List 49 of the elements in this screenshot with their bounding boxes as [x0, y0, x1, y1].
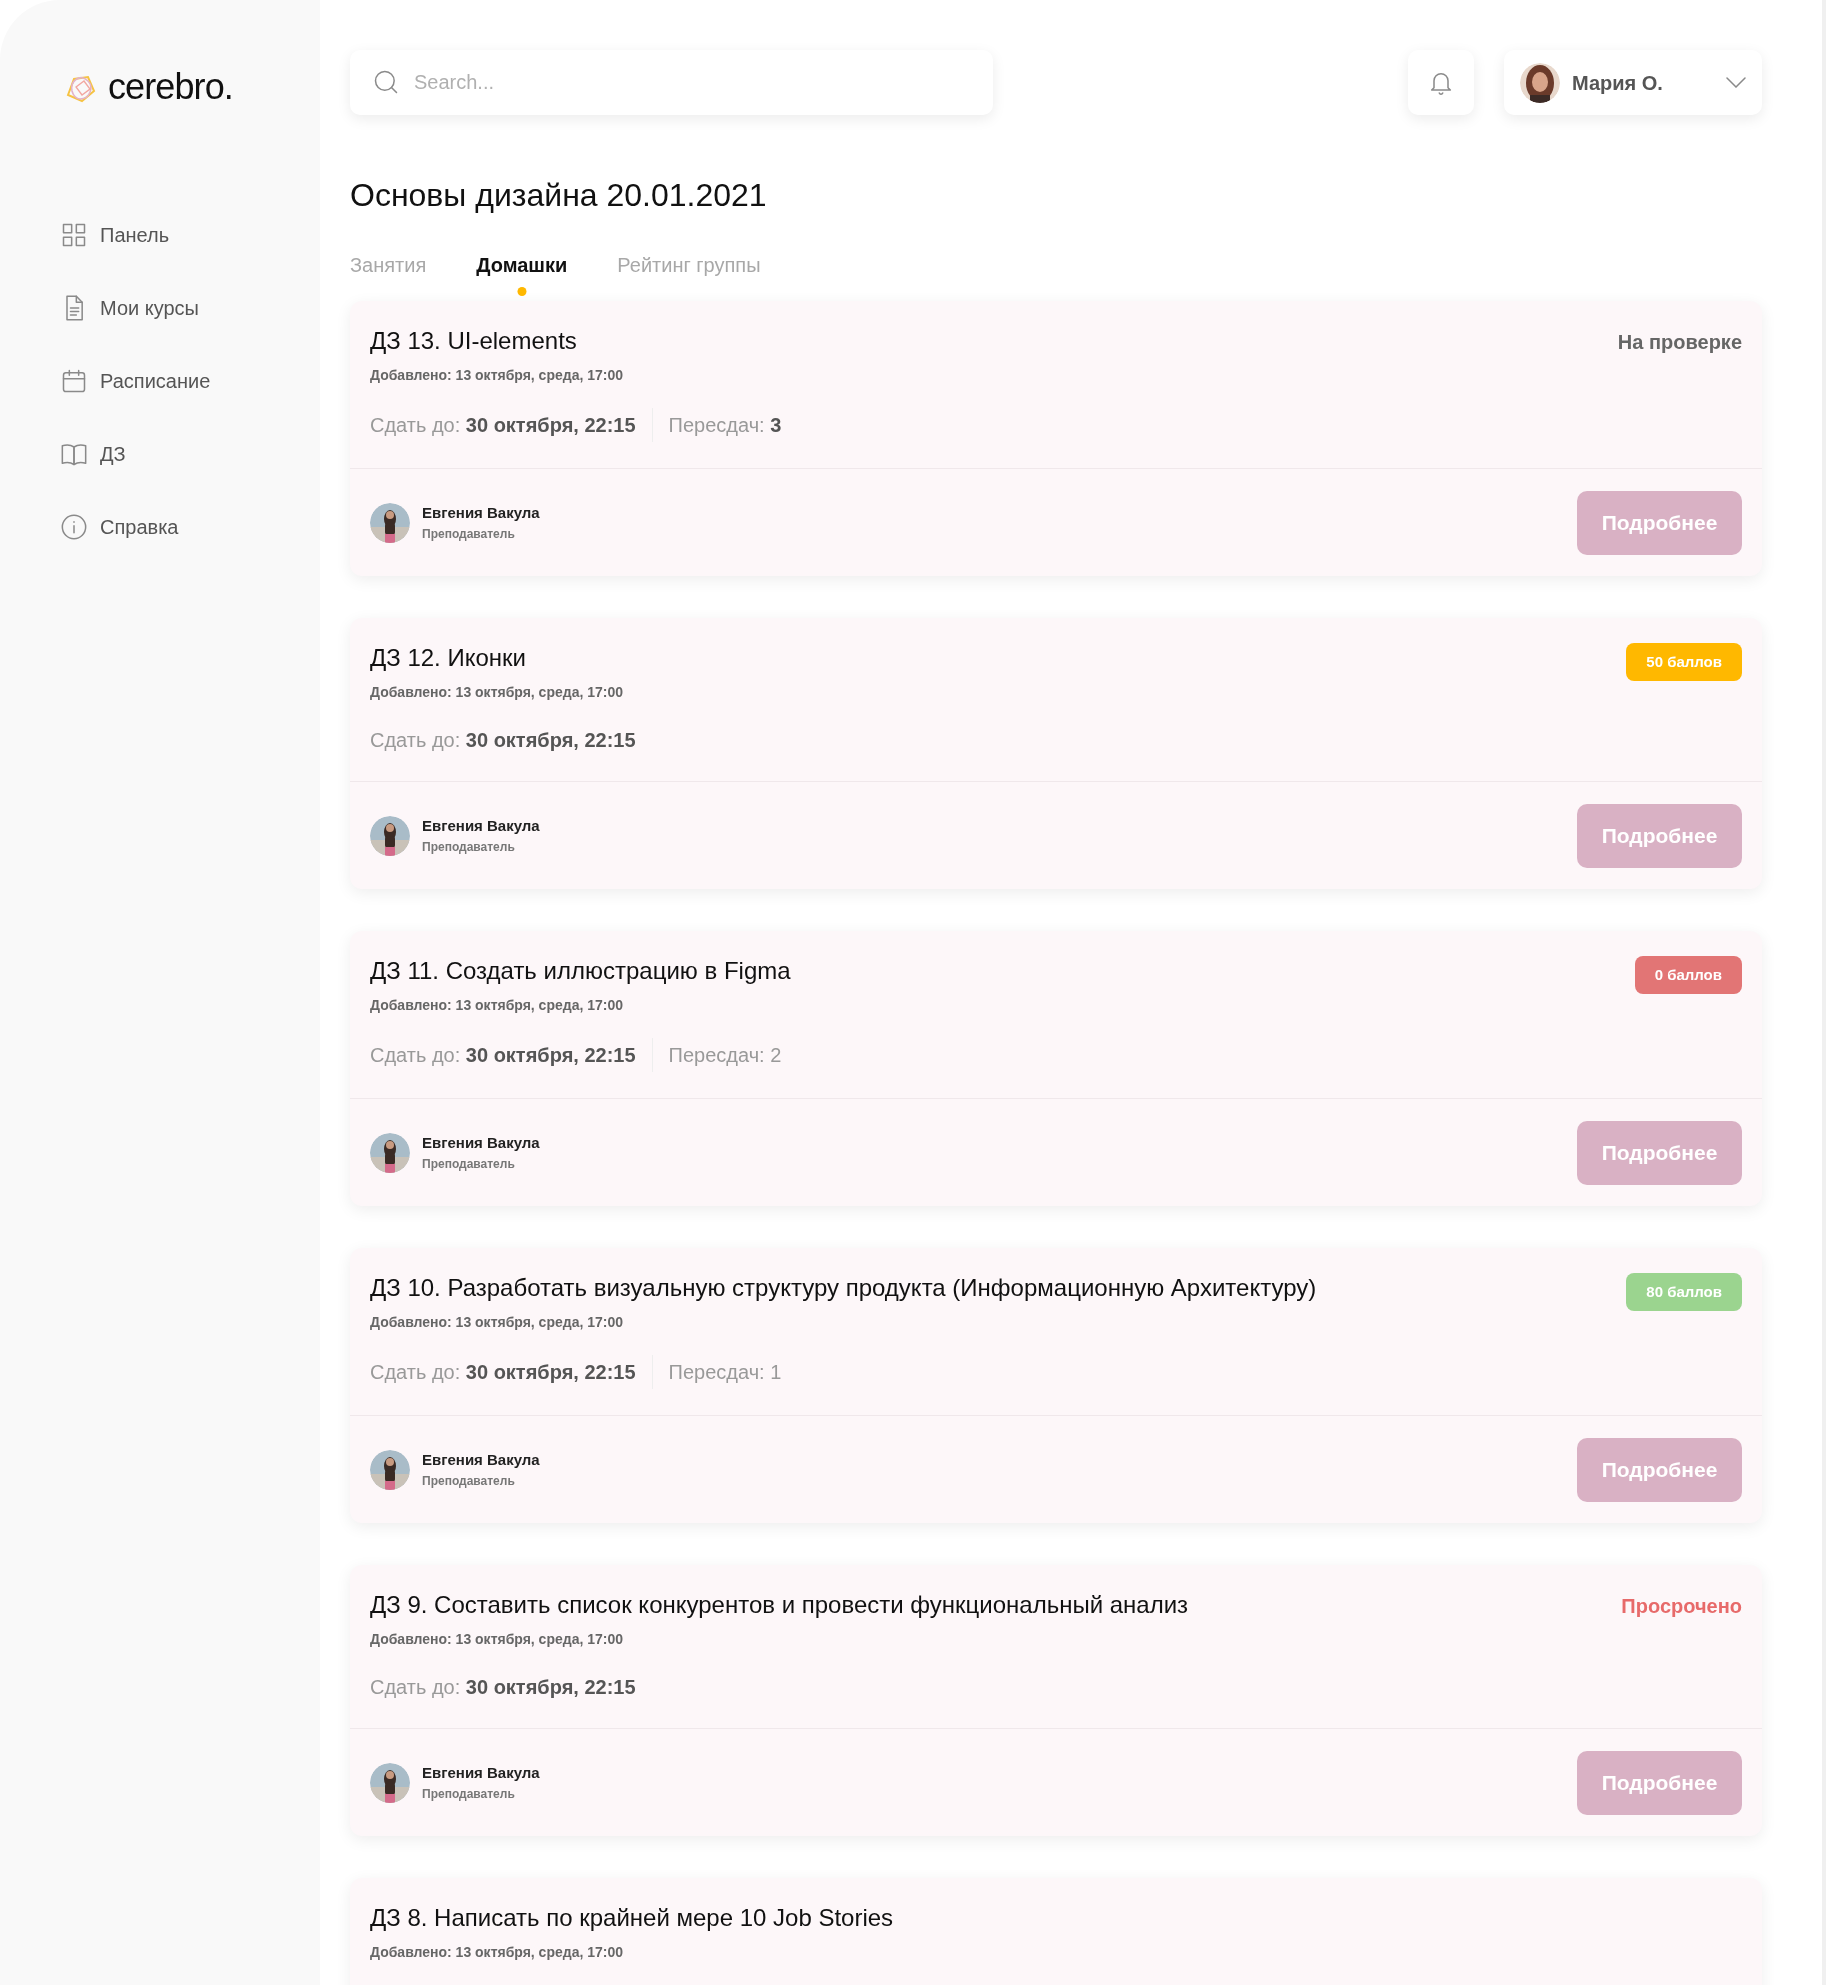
teacher-name: Евгения Вакула [422, 1450, 540, 1471]
assignment-title: ДЗ 13. UI-elements [370, 326, 578, 356]
score-badge: 80 баллов [1626, 1273, 1742, 1311]
added-date: Добавлено: 13 октября, среда, 17:00 [370, 996, 623, 1015]
logo-text: cerebro. [108, 65, 233, 109]
status-text: Просрочено [1621, 1594, 1742, 1619]
status-text: На проверке [1617, 330, 1742, 355]
info-icon [60, 512, 88, 541]
deadline-text: Сдать до: 30 октября, 22:15 [370, 1675, 636, 1700]
deadline-text: Сдать до: 30 октября, 22:15 [370, 728, 636, 753]
resubmits-text: Пересдач: 3 [668, 413, 782, 438]
sidebar-item[interactable]: Справка [60, 510, 179, 543]
resubmits-text: Пересдач: 2 [668, 1043, 782, 1068]
search-field[interactable]: Search... [350, 50, 993, 115]
assignment-title: ДЗ 12. Иконки [370, 643, 527, 673]
added-date: Добавлено: 13 октября, среда, 17:00 [370, 366, 623, 385]
teacher-name: Евгения Вакула [422, 1133, 540, 1154]
teacher-name: Евгения Вакула [422, 503, 540, 524]
user-menu[interactable]: Мария О. [1504, 50, 1762, 115]
teacher-role: Преподаватель [422, 1155, 516, 1173]
assignment-title: ДЗ 11. Создать иллюстрацию в Figma [370, 956, 792, 986]
added-date: Добавлено: 13 октября, среда, 17:00 [370, 1313, 623, 1332]
teacher-role: Преподаватель [422, 1785, 516, 1803]
added-date: Добавлено: 13 октября, среда, 17:00 [370, 1630, 623, 1649]
score-badge: 50 баллов [1626, 643, 1742, 681]
assignment-title: ДЗ 8. Написать по крайней мере 10 Job Stories [370, 1903, 895, 1933]
notifications-button[interactable] [1408, 50, 1474, 115]
assignment-title: ДЗ 10. Разработать визуальную структуру продукта (Информационную Архитектуру) [370, 1273, 1318, 1303]
sidebar-item[interactable]: Мои курсы [60, 291, 199, 324]
page-title: Основы дизайна 20.01.2021 [350, 176, 768, 215]
teacher-name: Евгения Вакула [422, 1763, 540, 1784]
sidebar-item[interactable]: ДЗ [60, 437, 126, 470]
sidebar-item[interactable]: Расписание [60, 364, 211, 397]
score-badge: 0 баллов [1634, 956, 1742, 994]
sidebar-item[interactable]: Панель [60, 218, 170, 251]
added-date: Добавлено: 13 октября, среда, 17:00 [370, 1943, 623, 1962]
deadline-text: Сдать до: 30 октября, 22:15 [370, 413, 636, 438]
assignment-title: ДЗ 9. Составить список конкурентов и провести функциональный анализ [370, 1590, 1190, 1620]
teacher-role: Преподаватель [422, 525, 516, 543]
deadline-text: Сдать до: 30 октября, 22:15 [370, 1043, 636, 1068]
teacher-role: Преподаватель [422, 838, 516, 856]
chevron-down-icon [1726, 77, 1746, 88]
resubmits-text: Пересдач: 1 [668, 1360, 782, 1385]
added-date: Добавлено: 13 октября, среда, 17:00 [370, 683, 623, 702]
tab[interactable]: Домашки [476, 249, 568, 281]
search-icon [372, 68, 400, 96]
teacher-role: Преподаватель [422, 1472, 516, 1490]
deadline-text: Сдать до: 30 октября, 22:15 [370, 1360, 636, 1385]
teacher-name: Евгения Вакула [422, 816, 540, 837]
